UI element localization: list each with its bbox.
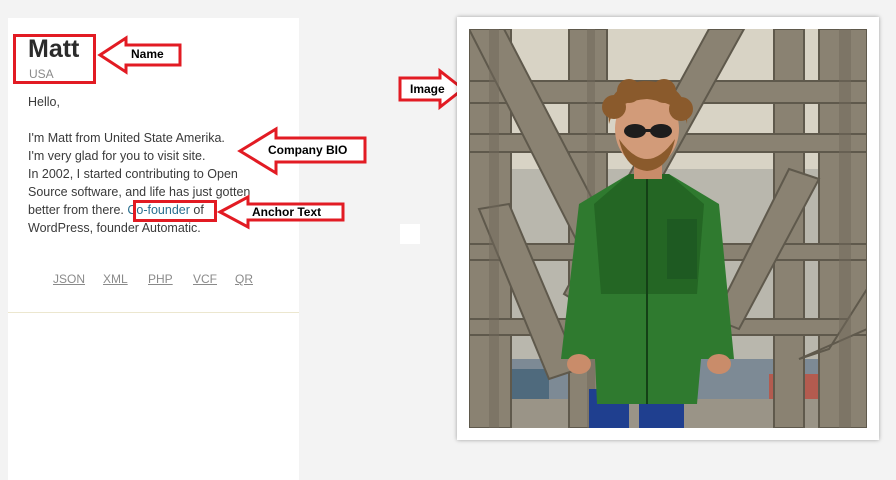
bio-line: In 2002, I started contributing to Open — [28, 167, 238, 181]
person-photo-icon — [469, 29, 867, 428]
php-link[interactable]: PHP — [148, 272, 173, 286]
name-annotation-label: Name — [131, 47, 164, 61]
screenshot: Matt USA Hello, I'm Matt from United Sta… — [0, 0, 896, 480]
card-divider — [8, 312, 299, 313]
bio-annotation-label: Company BIO — [268, 143, 348, 157]
xml-link[interactable]: XML — [103, 272, 128, 286]
profile-image-frame — [457, 17, 879, 440]
image-annotation-label: Image — [410, 82, 445, 96]
anchor-highlight-box — [133, 200, 217, 222]
bio-greeting: Hello, — [28, 95, 60, 109]
small-white-square — [400, 224, 420, 244]
anchor-annotation-label: Anchor Text — [252, 205, 322, 219]
profile-card: Matt USA Hello, I'm Matt from United Sta… — [8, 18, 299, 480]
profile-photo — [469, 29, 867, 428]
bio-text-before-link: better from there. — [28, 203, 124, 217]
json-link[interactable]: JSON — [53, 272, 85, 286]
vcf-link[interactable]: VCF — [193, 272, 217, 286]
qr-link[interactable]: QR — [235, 272, 253, 286]
name-highlight-box — [13, 34, 96, 84]
